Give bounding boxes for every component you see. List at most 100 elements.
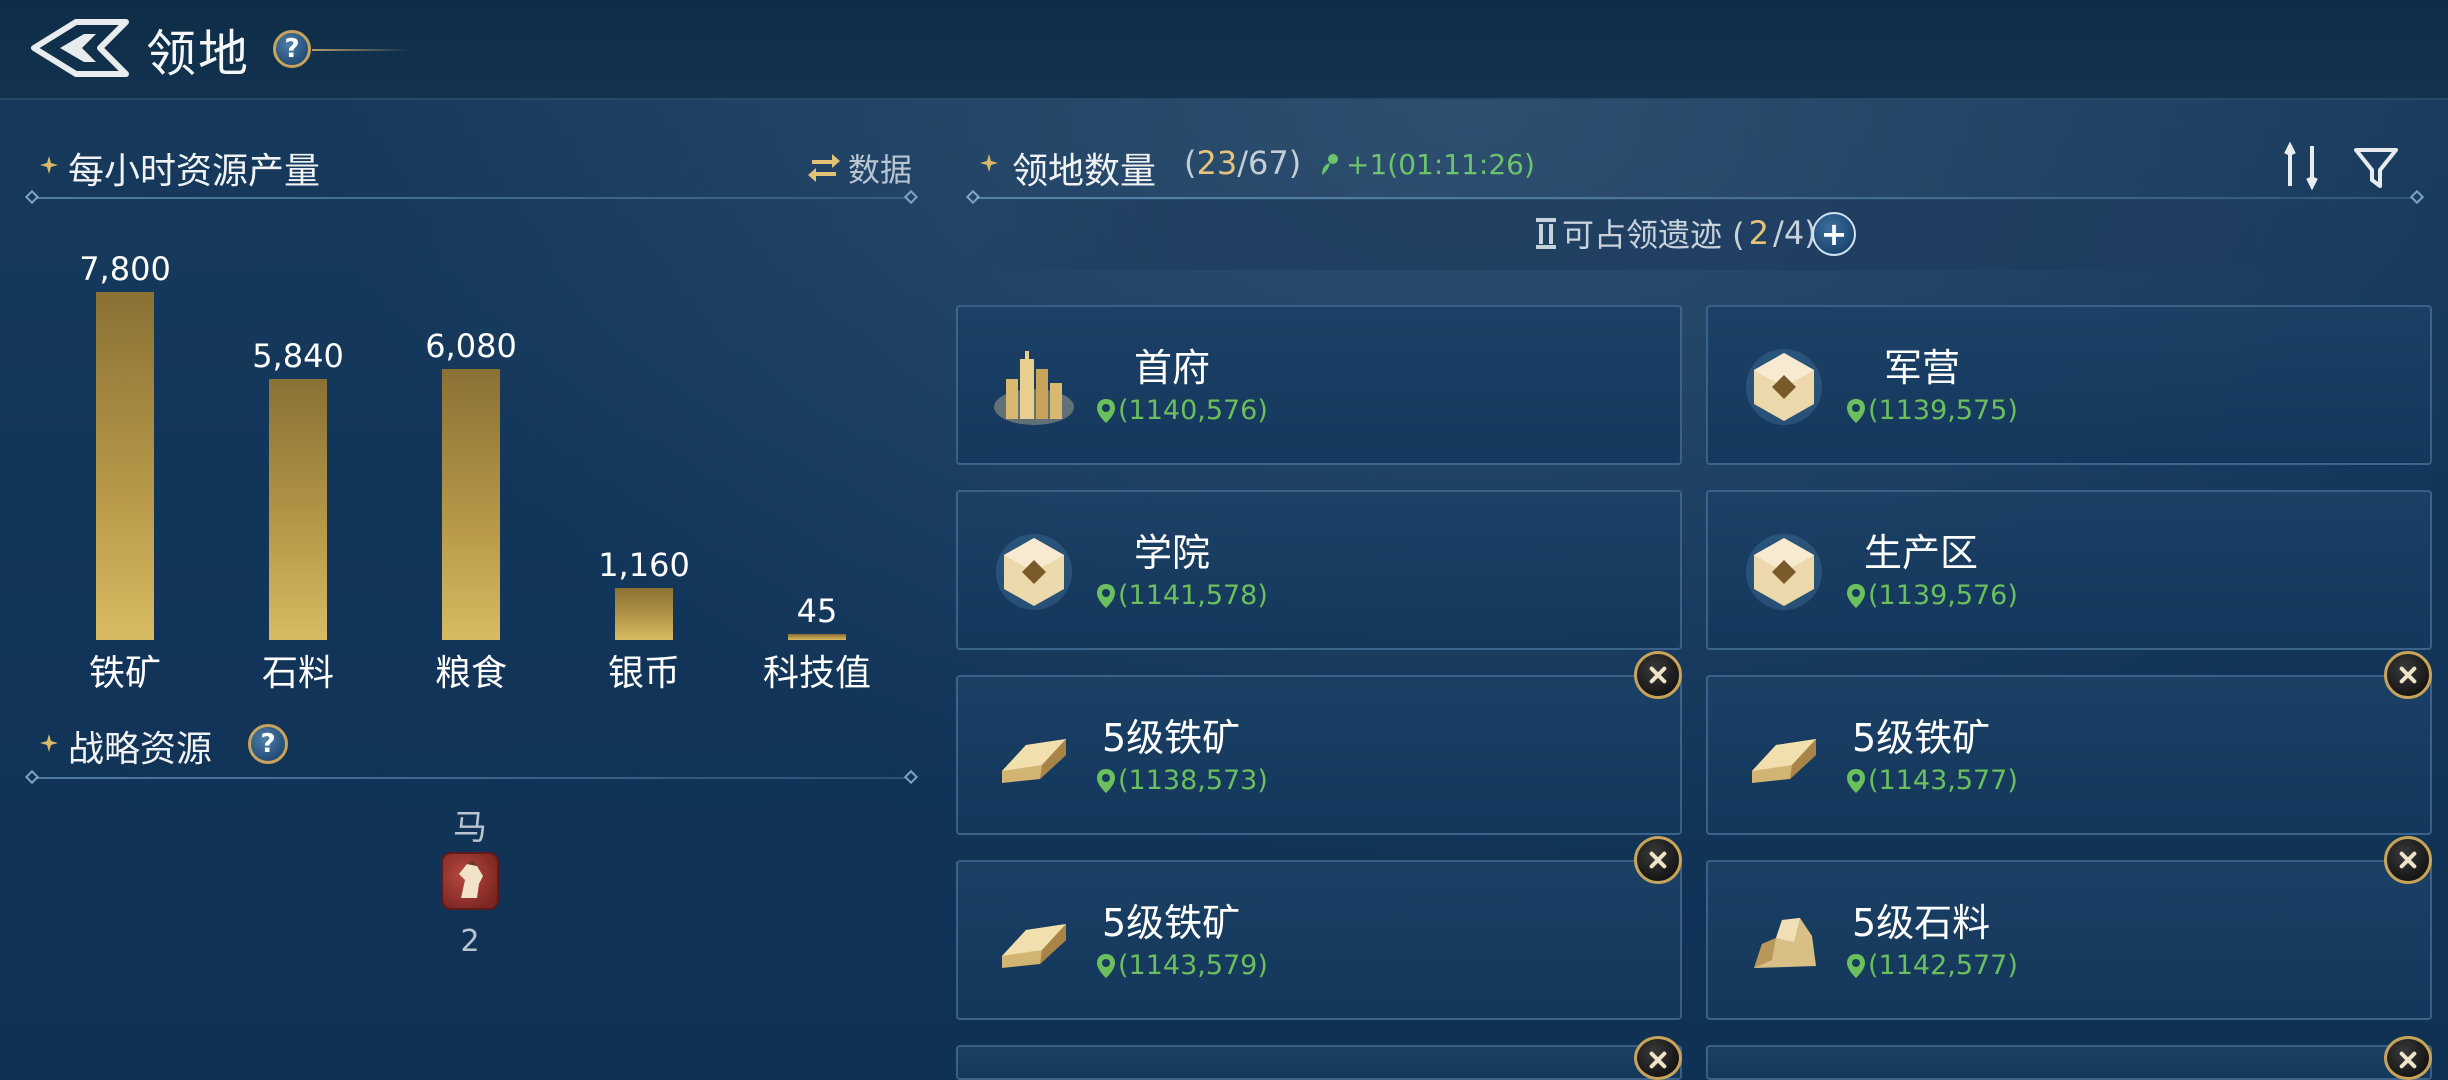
filter-icon[interactable] [2354, 146, 2398, 190]
divider-dot [903, 189, 919, 205]
paren-close: ) [1288, 144, 1302, 182]
coordinate-link[interactable]: (1139,576) [1846, 580, 2018, 611]
star-icon [40, 156, 58, 174]
abandon-close-icon[interactable] [2384, 1036, 2432, 1080]
territory-card[interactable]: 5级铁矿 (1138,573) [956, 675, 1682, 835]
page-title: 领地 [146, 25, 250, 83]
coordinate-text: (1139,575) [1868, 395, 2018, 426]
pillar-icon [1536, 218, 1556, 249]
bar-category-label: 石料 [261, 653, 334, 694]
territory-card[interactable] [956, 1045, 1682, 1080]
strategic-title: 战略资源 [68, 729, 213, 770]
territory-current: 23 [1196, 144, 1238, 182]
abandon-close-icon[interactable] [2384, 651, 2432, 699]
data-button[interactable]: 数据 [806, 148, 912, 189]
coordinate-text: (1140,576) [1118, 395, 1268, 426]
bar-value-label: 45 [796, 592, 838, 630]
stone-icon [1742, 900, 1826, 984]
territory-name: 5级铁矿 [1102, 716, 1241, 760]
city-icon [992, 345, 1076, 429]
iron-ingot-icon [992, 900, 1076, 984]
bar-0 [96, 292, 154, 640]
abandon-close-icon[interactable] [1634, 836, 1682, 884]
sort-icon[interactable] [2282, 142, 2326, 190]
add-ruin-button[interactable]: + [1812, 212, 1856, 256]
territory-card[interactable]: 生产区 (1139,576) [1706, 490, 2432, 650]
territory-card[interactable]: 首府 (1140,576) [956, 305, 1682, 465]
territory-card[interactable] [1706, 1045, 2432, 1080]
iron-ingot-icon [1742, 715, 1826, 799]
territory-name: 军营 [1884, 346, 1961, 390]
coordinate-link[interactable]: (1143,577) [1846, 765, 2018, 796]
divider-dot [903, 769, 919, 785]
coordinate-link[interactable]: (1138,573) [1096, 765, 1268, 796]
location-pin-icon [1097, 953, 1115, 978]
territory-name: 学院 [1134, 531, 1211, 575]
abandon-close-icon[interactable] [1634, 1036, 1682, 1080]
territory-name: 5级铁矿 [1102, 901, 1241, 945]
bar-value-label: 7,800 [79, 250, 171, 288]
bar-category-label: 粮食 [434, 653, 507, 694]
paren-open: ( [1184, 144, 1197, 182]
iron-ingot-icon [992, 715, 1076, 799]
territory-name: 首府 [1134, 346, 1211, 390]
hexagon-building-icon [1742, 345, 1826, 429]
divider [36, 197, 906, 199]
ruins-text: 可占领遗迹 ( [1562, 216, 1745, 254]
bar-category-label: 铁矿 [88, 653, 161, 694]
territory-count-title: 领地数量 [1012, 151, 1157, 192]
separator: / [1237, 144, 1248, 182]
coordinate-link[interactable]: (1143,579) [1096, 950, 1268, 981]
territory-card[interactable]: 5级铁矿 (1143,579) [956, 860, 1682, 1020]
timer-text: +1(01:11:26) [1346, 148, 1535, 181]
bar-2 [442, 369, 500, 640]
star-icon [40, 734, 58, 752]
location-pin-icon [1847, 583, 1865, 608]
bar-1 [269, 379, 327, 640]
territory-name: 5级石料 [1852, 901, 1991, 945]
coordinate-text: (1143,579) [1118, 950, 1268, 981]
sprout-icon [1322, 153, 1338, 175]
location-pin-icon [1847, 768, 1865, 793]
bar-value-label: 6,080 [425, 327, 517, 365]
back-arrow-icon[interactable] [30, 18, 130, 78]
bar-4 [788, 634, 846, 640]
coordinate-link[interactable]: (1142,577) [1846, 950, 2018, 981]
hexagon-building-icon [1742, 530, 1826, 614]
divider [36, 777, 906, 779]
location-pin-icon [1097, 583, 1115, 608]
coordinate-link[interactable]: (1140,576) [1096, 395, 1268, 426]
hexagon-building-icon [992, 530, 1076, 614]
ruins-current: 2 [1748, 214, 1770, 252]
help-icon[interactable]: ? [248, 724, 288, 764]
territory-card[interactable]: 军营 (1139,575) [1706, 305, 2432, 465]
star-icon [980, 154, 998, 172]
horse-count: 2 [460, 924, 480, 959]
bar-value-label: 5,840 [252, 337, 344, 375]
location-pin-icon [1097, 398, 1115, 423]
coordinate-text: (1141,578) [1118, 580, 1268, 611]
bar-category-label: 科技值 [762, 653, 871, 694]
coordinate-link[interactable]: (1139,575) [1846, 395, 2018, 426]
territory-max: 67 [1247, 144, 1289, 182]
bar-3 [615, 588, 673, 640]
territory-count: (23/67) [1184, 144, 1301, 182]
territory-card[interactable]: 学院 (1141,578) [956, 490, 1682, 650]
territory-card[interactable]: 5级石料 (1142,577) [1706, 860, 2432, 1020]
territory-name: 生产区 [1864, 531, 1979, 575]
divider [312, 49, 412, 51]
territory-card[interactable]: 5级铁矿 (1143,577) [1706, 675, 2432, 835]
location-pin-icon [1847, 953, 1865, 978]
help-icon[interactable]: ? [273, 30, 311, 68]
coordinate-text: (1138,573) [1118, 765, 1268, 796]
abandon-close-icon[interactable] [1634, 651, 1682, 699]
top-bar: 领地 ? [0, 0, 2448, 100]
ruins-total: /4) [1773, 214, 1817, 252]
abandon-close-icon[interactable] [2384, 836, 2432, 884]
production-title: 每小时资源产量 [68, 151, 321, 192]
territory-timer: +1(01:11:26) [1318, 148, 1535, 181]
coordinate-link[interactable]: (1141,578) [1096, 580, 1268, 611]
coordinate-text: (1142,577) [1868, 950, 2018, 981]
horse-icon[interactable] [441, 852, 499, 910]
coordinate-text: (1139,576) [1868, 580, 2018, 611]
